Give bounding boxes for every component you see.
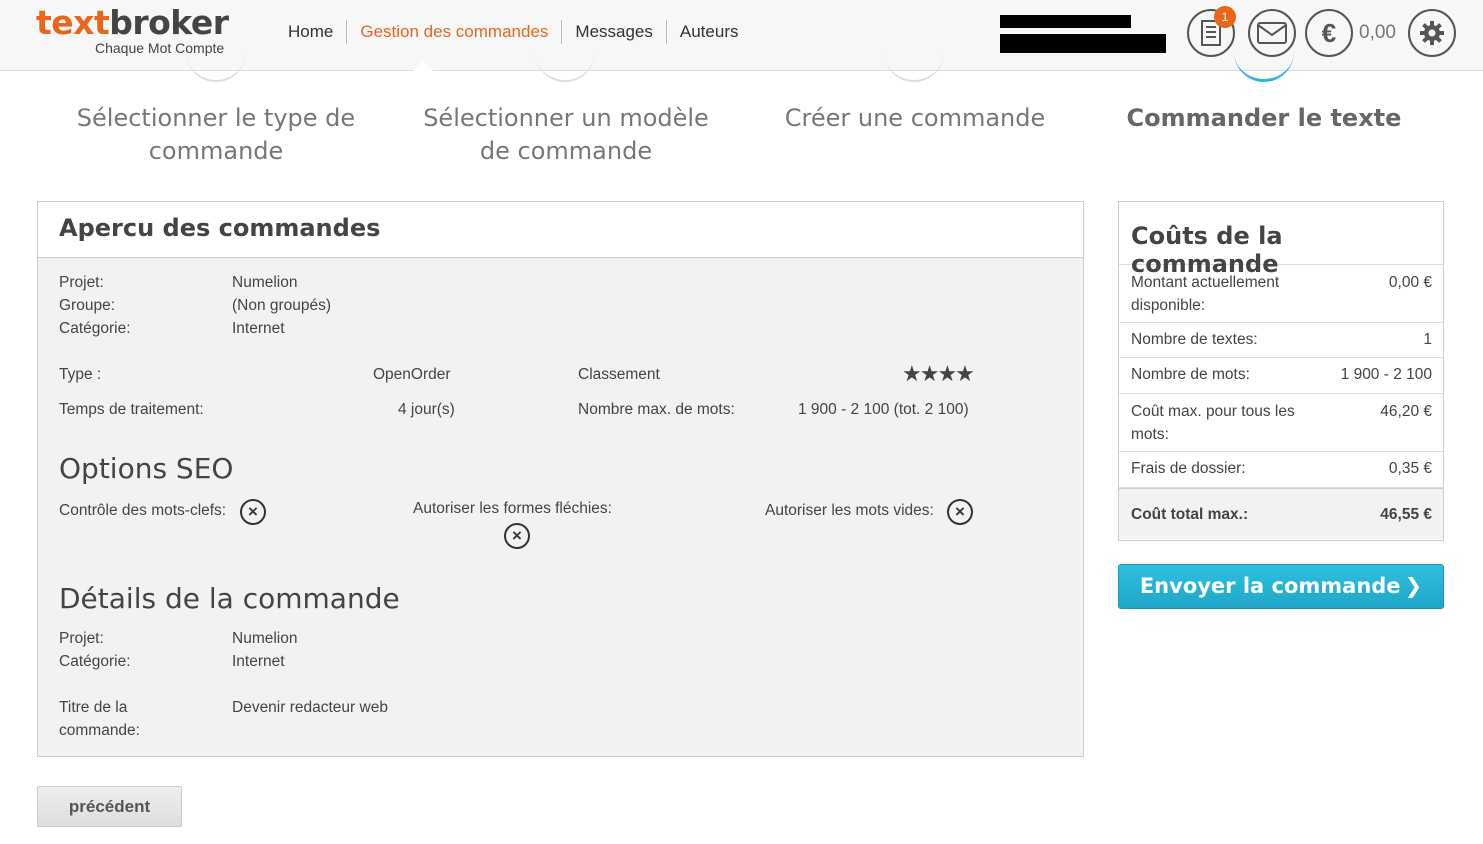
nav-home[interactable]: Home: [275, 20, 348, 44]
details-categorie-label: Catégorie:: [59, 653, 131, 670]
details-titre-label-line1: Titre de la: [59, 699, 128, 716]
step-2-label[interactable]: Sélectionner un modèle de commande: [406, 102, 726, 168]
balance-value: 0,00: [1359, 22, 1396, 43]
type-value: OpenOrder: [373, 366, 451, 383]
cost-value: 0,35 €: [1388, 460, 1432, 477]
euro-icon[interactable]: €: [1305, 9, 1353, 57]
cost-row: Montant actuellement disponible: 0,00 €: [1119, 265, 1443, 323]
details-titre-label-line2: commande:: [59, 722, 140, 739]
mots-label: Nombre max. de mots:: [578, 401, 735, 418]
details-titre-value: Devenir redacteur web: [232, 699, 388, 716]
seo-stopwords-disabled-icon: ×: [947, 499, 973, 525]
rating-stars: ★★★★: [902, 361, 975, 386]
order-overview-panel: Apercu des commandes Projet: Numelion Gr…: [37, 201, 1084, 757]
overview-title: Apercu des commandes: [38, 202, 1083, 258]
mots-value: 1 900 - 2 100 (tot. 2 100): [798, 401, 969, 418]
seo-keywords-label: Contrôle des mots-clefs:: [59, 502, 227, 519]
send-order-label: Envoyer la commande: [1139, 574, 1401, 598]
temps-value: 4 jour(s): [398, 401, 455, 418]
cost-row: Frais de dossier: 0,35 €: [1119, 452, 1443, 488]
cost-label: Frais de dossier:: [1131, 460, 1246, 477]
step-4-marker: [1234, 44, 1294, 82]
cost-value: 1: [1423, 331, 1432, 348]
step-2-marker: [535, 44, 595, 82]
cost-value: 0,00 €: [1388, 274, 1432, 291]
step-3-label[interactable]: Créer une commande: [755, 102, 1075, 135]
cost-total-value: 46,55 €: [1380, 506, 1432, 523]
groupe-value: (Non groupés): [232, 297, 332, 314]
notification-badge: 1: [1214, 6, 1236, 28]
details-categorie-value: Internet: [232, 653, 285, 670]
details-projet-label: Projet:: [59, 630, 104, 647]
details-projet-value: Numelion: [232, 630, 298, 647]
seo-stopwords-label: Autoriser les mots vides:: [765, 502, 934, 519]
projet-value: Numelion: [232, 274, 298, 291]
send-order-button[interactable]: Envoyer la commande ❯: [1118, 564, 1444, 609]
seo-inflected-label: Autoriser les formes fléchies:: [413, 500, 612, 517]
nav-active-pointer: [413, 61, 433, 71]
cost-label: Nombre de mots:: [1131, 366, 1250, 383]
order-details-title: Détails de la commande: [59, 582, 400, 615]
cost-value: 1 900 - 2 100: [1340, 366, 1432, 383]
cost-total-row: Coût total max.: 46,55 €: [1119, 488, 1443, 539]
cost-total-label: Coût total max.:: [1131, 506, 1249, 523]
previous-button[interactable]: précédent: [37, 786, 182, 827]
chevron-right-icon: ❯: [1404, 574, 1423, 598]
cost-label: Montant actuellement disponible:: [1131, 274, 1280, 314]
redacted-username: [1000, 15, 1131, 28]
step-4-label: Commander le texte: [1126, 104, 1402, 132]
categorie-value: Internet: [232, 320, 285, 337]
gear-icon[interactable]: [1408, 9, 1456, 57]
nav-auteurs[interactable]: Auteurs: [667, 20, 752, 44]
cost-label: Nombre de textes:: [1131, 331, 1258, 348]
seo-inflected-disabled-icon: ×: [504, 523, 530, 549]
logo-text-part2: broker: [109, 3, 229, 42]
temps-label: Temps de traitement:: [59, 401, 204, 418]
step-1-label[interactable]: Sélectionner le type de commande: [56, 102, 376, 168]
groupe-label: Groupe:: [59, 297, 116, 314]
step-1-marker: [186, 44, 246, 82]
type-label: Type :: [59, 366, 102, 383]
nav-gestion-commandes[interactable]: Gestion des commandes: [347, 20, 563, 44]
classement-label: Classement: [578, 366, 660, 383]
order-costs-panel: Coûts de la commande Montant actuellemen…: [1118, 201, 1444, 541]
cost-value: 46,20 €: [1380, 403, 1432, 420]
cost-row: Nombre de mots: 1 900 - 2 100: [1119, 358, 1443, 394]
seo-options-title: Options SEO: [59, 452, 234, 485]
costs-title: Coûts de la commande: [1119, 202, 1443, 278]
redacted-account: [1000, 34, 1166, 53]
cost-label: Coût max. pour tous les mots:: [1131, 403, 1295, 443]
cost-row: Nombre de textes: 1: [1119, 323, 1443, 358]
main-nav: Home Gestion des commandes Messages Aute…: [275, 20, 751, 44]
nav-messages[interactable]: Messages: [562, 20, 667, 44]
step-3-marker: [884, 44, 944, 82]
logo-text-part1: text: [36, 3, 110, 42]
projet-label: Projet:: [59, 274, 104, 291]
cost-row: Coût max. pour tous les mots: 46,20 €: [1119, 394, 1443, 452]
logo-wordmark: textbroker: [36, 4, 229, 42]
categorie-label: Catégorie:: [59, 320, 131, 337]
seo-keywords-disabled-icon: ×: [240, 499, 266, 525]
